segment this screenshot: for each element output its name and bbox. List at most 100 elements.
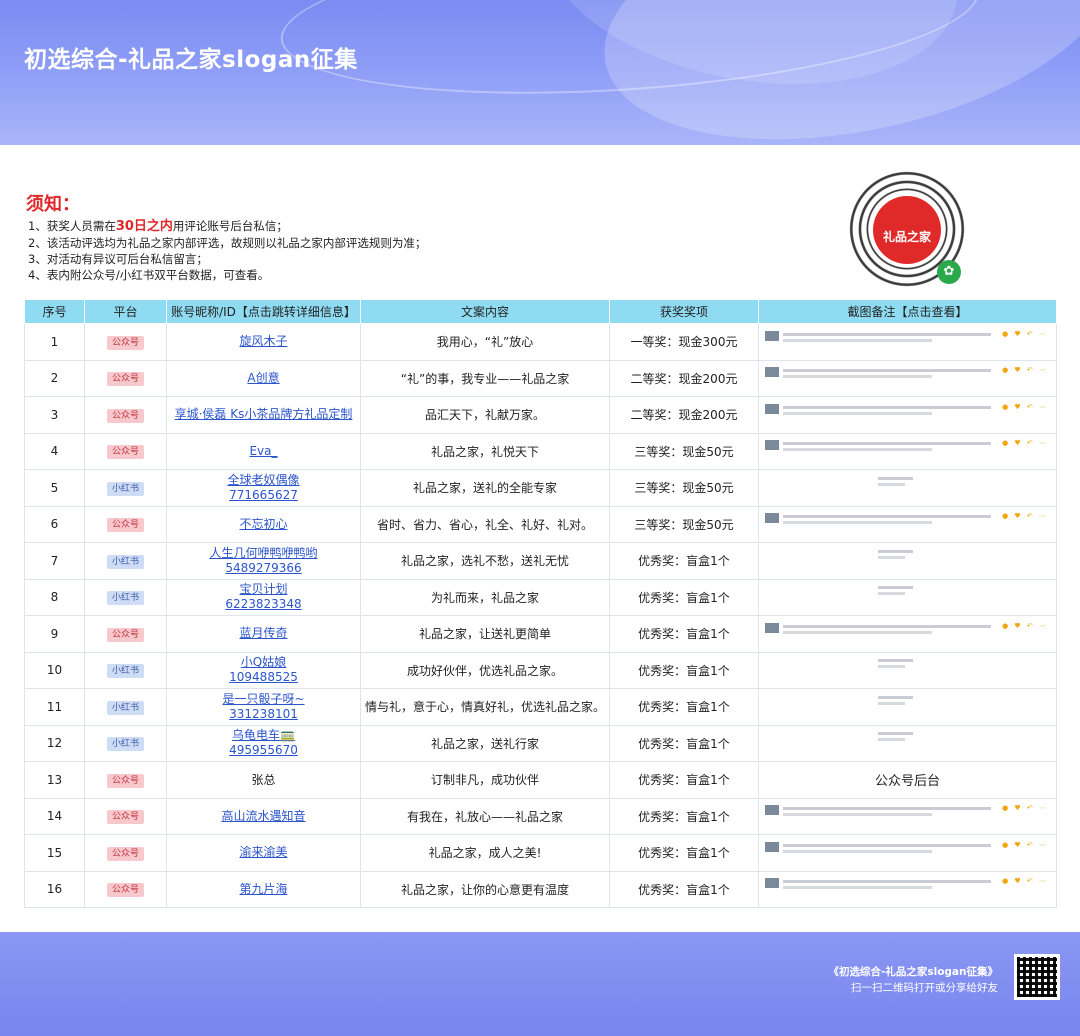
slogan-text: 为礼而来，礼品之家	[360, 578, 610, 616]
slogan-text: 成功好伙伴，优选礼品之家。	[360, 651, 610, 689]
platform-badge: 公众号	[106, 773, 144, 788]
screenshot-note: 公众号后台	[874, 774, 940, 790]
table-row: 6 公众号 不忘初心 省时、省力、省心，礼全、礼好、礼对。 三等奖：现金50元 ● ♥ ↶…	[24, 505, 1057, 543]
winners-table: 序号 平台 账号昵称/ID【点击跳转详细信息】 文案内容 获奖奖项 截图备注【点…	[24, 299, 1057, 908]
account-name[interactable]: 乌龟电车🚃	[169, 728, 358, 743]
account-name[interactable]: 是一只骰子呀~	[169, 692, 358, 707]
share-qr-code[interactable]	[1014, 954, 1060, 1000]
screenshot-cell: ● ♥ ↶ ⋯	[758, 615, 1057, 653]
page-title: 初选综合-礼品之家slogan征集	[24, 47, 358, 73]
row-number: 7	[24, 542, 85, 580]
platform-badge: 小红书	[106, 700, 144, 715]
prize-text: 二等奖：现金200元	[609, 396, 759, 434]
account-cell: 人生几何咿鸭咿鸭哟 5489279366	[166, 542, 361, 580]
account-name[interactable]: 渝来渝美	[169, 845, 358, 860]
screenshot-thumbnail[interactable]: ● ♥ ↶ ⋯	[759, 507, 1056, 541]
account-name[interactable]: 不忘初心	[169, 517, 358, 532]
screenshot-cell: ● ♥ ↶ ⋯	[758, 323, 1057, 361]
platform-badge: 公众号	[106, 445, 144, 460]
account-id[interactable]: 495955670	[169, 743, 358, 758]
account-name[interactable]: 宝贝计划	[169, 582, 358, 597]
mini-program-qr-code[interactable]: 礼品之家 ✿	[843, 170, 973, 290]
screenshot-thumbnail[interactable]	[759, 653, 1056, 687]
account-cell: 宝贝计划 6223823348	[166, 578, 361, 616]
row-number: 10	[24, 651, 85, 689]
table-row: 15 公众号 渝来渝美 礼品之家，成人之美! 优秀奖：盲盒1个 ● ♥ ↶ ⋯	[24, 834, 1057, 872]
screenshot-thumbnail[interactable]	[759, 471, 1056, 505]
screenshot-thumbnail[interactable]: ● ♥ ↶ ⋯	[759, 398, 1056, 432]
account-id[interactable]: 109488525	[169, 670, 358, 685]
screenshot-thumbnail[interactable]	[759, 544, 1056, 578]
notice-line-1-post: 用评论账号后台私信；	[172, 219, 288, 233]
account-cell: Eva_	[166, 432, 361, 470]
row-number: 16	[24, 870, 85, 908]
table-row: 10 小红书 小Q姑娘 109488525 成功好伙伴，优选礼品之家。 优秀奖：盲盒1个	[24, 651, 1057, 689]
screenshot-thumbnail[interactable]: ● ♥ ↶ ⋯	[759, 872, 1056, 906]
prize-text: 优秀奖：盲盒1个	[609, 761, 759, 799]
account-cell: 蓝月传奇	[166, 615, 361, 653]
slogan-text: 礼品之家，选礼不愁，送礼无忧	[360, 542, 610, 580]
account-name[interactable]: 全球老奴偶像	[169, 473, 358, 488]
account-cell: 小Q姑娘 109488525	[166, 651, 361, 689]
platform-badge: 公众号	[106, 883, 144, 898]
account-name[interactable]: 享城·侯磊 Ks小茶品牌方礼品定制	[169, 407, 358, 422]
prize-text: 三等奖：现金50元	[609, 505, 759, 543]
screenshot-cell	[758, 651, 1057, 689]
table-row: 2 公众号 A创意 “礼”的事，我专业——礼品之家 二等奖：现金200元 ● ♥ ↶ ⋯	[24, 359, 1057, 397]
account-cell: 高山流水遇知音	[166, 797, 361, 835]
account-name[interactable]: 第九片海	[169, 882, 358, 897]
slogan-text: 省时、省力、省心，礼全、礼好、礼对。	[360, 505, 610, 543]
col-header-prize: 获奖奖项	[609, 299, 759, 324]
table-row: 3 公众号 享城·侯磊 Ks小茶品牌方礼品定制 品汇天下，礼献万家。 二等奖：现金200…	[24, 396, 1057, 434]
account-name[interactable]: 蓝月传奇	[169, 626, 358, 641]
screenshot-thumbnail[interactable]: ● ♥ ↶ ⋯	[759, 836, 1056, 870]
screenshot-cell: ● ♥ ↶ ⋯	[758, 432, 1057, 470]
table-row: 9 公众号 蓝月传奇 礼品之家，让送礼更简单 优秀奖：盲盒1个 ● ♥ ↶ ⋯	[24, 615, 1057, 653]
slogan-text: 礼品之家，成人之美!	[360, 834, 610, 872]
screenshot-cell	[758, 469, 1057, 507]
platform-cell: 公众号	[84, 615, 167, 653]
platform-cell: 公众号	[84, 834, 167, 872]
platform-badge: 公众号	[106, 810, 144, 825]
table-row: 11 小红书 是一只骰子呀~ 331238101 情与礼，意于心，情真好礼，优选礼品之家…	[24, 688, 1057, 726]
platform-badge: 公众号	[106, 408, 144, 423]
screenshot-thumbnail[interactable]: ● ♥ ↶ ⋯	[759, 617, 1056, 651]
account-cell: A创意	[166, 359, 361, 397]
account-id[interactable]: 331238101	[169, 707, 358, 722]
screenshot-thumbnail[interactable]: ● ♥ ↶ ⋯	[759, 434, 1056, 468]
row-number: 5	[24, 469, 85, 507]
notice-highlight: 30日之内	[115, 219, 173, 234]
screenshot-thumbnail[interactable]: ● ♥ ↶ ⋯	[759, 361, 1056, 395]
account-name[interactable]: Eva_	[169, 444, 358, 459]
platform-cell: 小红书	[84, 651, 167, 689]
slogan-text: 订制非凡，成功伙伴	[360, 761, 610, 799]
screenshot-thumbnail[interactable]: ● ♥ ↶ ⋯	[759, 799, 1056, 833]
row-number: 13	[24, 761, 85, 799]
screenshot-thumbnail[interactable]	[759, 690, 1056, 724]
account-name[interactable]: 小Q姑娘	[169, 655, 358, 670]
screenshot-thumbnail[interactable]	[759, 726, 1056, 760]
platform-badge: 小红书	[106, 554, 144, 569]
account-name[interactable]: 高山流水遇知音	[169, 809, 358, 824]
table-row: 5 小红书 全球老奴偶像 771665627 礼品之家，送礼的全能专家 三等奖：现金50元	[24, 469, 1057, 507]
account-cell: 张总	[166, 761, 361, 799]
qr-pattern	[1017, 957, 1057, 997]
account-id[interactable]: 5489279366	[169, 561, 358, 576]
table-row: 4 公众号 Eva_ 礼品之家，礼悦天下 三等奖：现金50元 ● ♥ ↶ ⋯	[24, 432, 1057, 470]
account-cell: 全球老奴偶像 771665627	[166, 469, 361, 507]
screenshot-thumbnail[interactable]: ● ♥ ↶ ⋯	[759, 325, 1056, 359]
mini-program-icon: ✿	[937, 260, 961, 284]
screenshot-cell: ● ♥ ↶ ⋯	[758, 505, 1057, 543]
account-name[interactable]: 人生几何咿鸭咿鸭哟	[169, 546, 358, 561]
screenshot-thumbnail[interactable]	[759, 580, 1056, 614]
header-banner: 初选综合-礼品之家slogan征集	[0, 0, 1080, 145]
account-cell: 乌龟电车🚃 495955670	[166, 724, 361, 762]
account-id[interactable]: 771665627	[169, 488, 358, 503]
account-id[interactable]: 6223823348	[169, 597, 358, 612]
table-row: 1 公众号 旋风木子 我用心，“礼”放心 一等奖：现金300元 ● ♥ ↶ ⋯	[24, 323, 1057, 361]
screenshot-cell: 公众号后台	[758, 761, 1057, 799]
account-cell: 享城·侯磊 Ks小茶品牌方礼品定制	[166, 396, 361, 434]
col-header-account: 账号昵称/ID【点击跳转详细信息】	[166, 299, 361, 324]
account-name[interactable]: A创意	[169, 371, 358, 386]
account-name[interactable]: 旋风木子	[169, 334, 358, 349]
